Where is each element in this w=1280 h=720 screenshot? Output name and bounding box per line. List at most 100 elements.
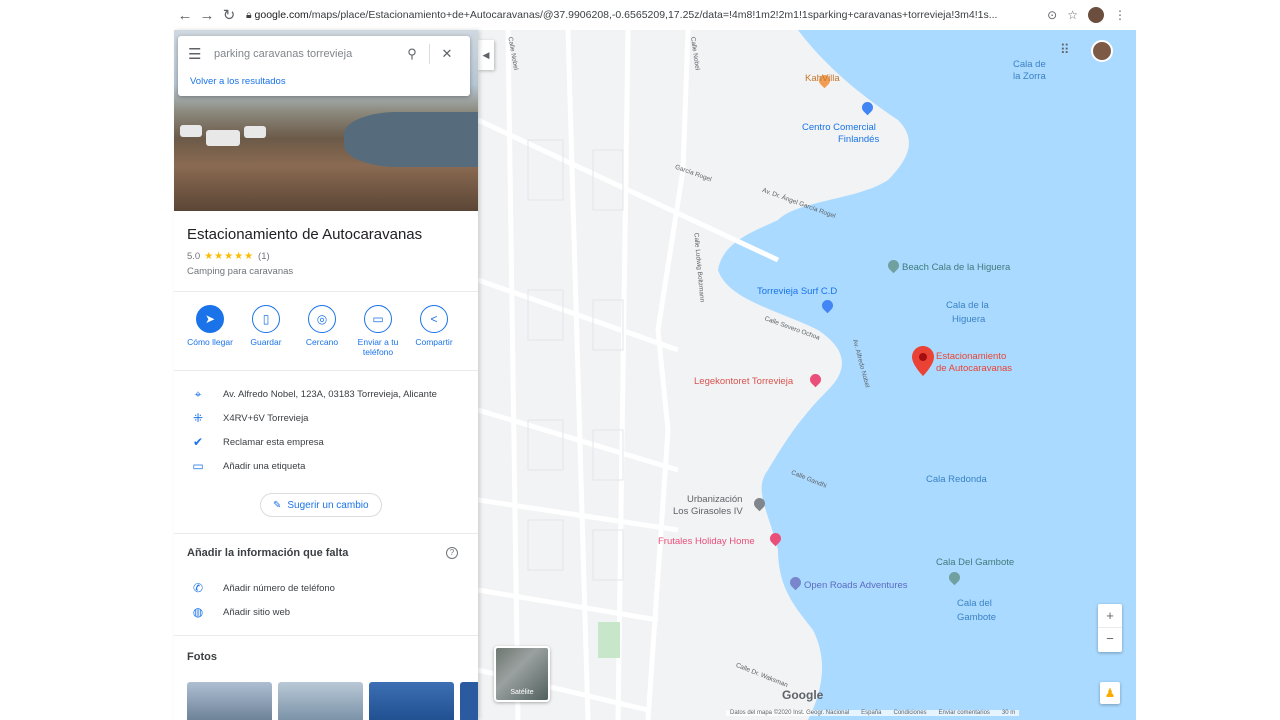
location-icon[interactable]: ⊙: [1047, 8, 1057, 22]
water-label-higuera: Cala de la: [946, 300, 989, 311]
place-title: Estacionamiento de Autocaravanas: [187, 226, 423, 243]
road: [645, 30, 691, 720]
send-to-phone-icon: ▭: [364, 305, 392, 333]
road: [478, 497, 679, 533]
add-label-row[interactable]: ▭ Añadir una etiqueta: [187, 459, 305, 473]
poi-open-roads[interactable]: Open Roads Adventures: [804, 580, 908, 591]
collapse-panel-button[interactable]: ◀: [478, 40, 494, 70]
browser-toolbar: ← → ↻ 🔒︎ google.com/maps/place/Estaciona…: [174, 0, 1136, 30]
review-count[interactable]: (1): [258, 251, 270, 262]
marker-label[interactable]: Estacionamiento: [936, 351, 1006, 362]
place-category[interactable]: Camping para caravanas: [187, 266, 293, 277]
divider: [174, 635, 478, 636]
pluscode-row[interactable]: ⁜ X4RV+6V Torrevieja: [187, 411, 309, 425]
poi-legekontoret[interactable]: Legekontoret Torrevieja: [694, 376, 793, 387]
action-label: Guardar: [250, 337, 282, 347]
rating-value: 5.0: [187, 251, 201, 262]
pluscode-text: X4RV+6V Torrevieja: [223, 412, 309, 424]
feedback-link[interactable]: Enviar comentarios: [939, 710, 990, 716]
selected-place-marker-icon[interactable]: [912, 346, 934, 376]
photo-thumbnails: [187, 682, 478, 720]
map-canvas[interactable]: KahVilla Centro Comercial Finlandés Cala…: [478, 30, 1136, 720]
nearby-icon: ◎: [308, 305, 336, 333]
poi-urbanizacion[interactable]: Urbanización: [687, 494, 742, 505]
suggest-edit-button[interactable]: ✎ Sugerir un cambio: [260, 493, 382, 517]
forward-arrow-icon[interactable]: →: [196, 7, 218, 24]
save-button[interactable]: ▯ Guardar: [238, 305, 294, 357]
satellite-toggle[interactable]: Satélite: [494, 646, 550, 702]
back-to-results-link[interactable]: Volver a los resultados: [178, 76, 470, 87]
add-website-text: Añadir sitio web: [223, 606, 291, 618]
apps-grid-icon[interactable]: ⠿: [1060, 42, 1070, 58]
photo-thumbnail[interactable]: [278, 682, 363, 720]
menu-icon[interactable]: ☰: [188, 45, 214, 63]
edit-icon: ✎: [273, 499, 282, 511]
url-path: /maps/place/Estacionamiento+de+Autocarav…: [308, 8, 998, 21]
pegman-icon[interactable]: ♟: [1100, 682, 1120, 704]
directions-button[interactable]: ➤ Cómo llegar: [182, 305, 238, 357]
water-label-higuera-2: Higuera: [952, 314, 986, 325]
divider: [174, 533, 478, 534]
terms-link[interactable]: Condiciones: [894, 710, 927, 716]
poi-frutales[interactable]: Frutales Holiday Home: [658, 536, 755, 547]
nearby-button[interactable]: ◎ Cercano: [294, 305, 350, 357]
action-label: Compartir: [415, 337, 453, 347]
marker-label-2[interactable]: de Autocaravanas: [936, 363, 1012, 374]
divider: [174, 291, 478, 292]
photo-caravan: [180, 125, 202, 137]
globe-icon: ◍: [192, 605, 204, 619]
photo-thumbnail[interactable]: [187, 682, 272, 720]
photo-thumbnail[interactable]: [369, 682, 454, 720]
send-to-phone-button[interactable]: ▭ Enviar a tu teléfono: [350, 305, 406, 357]
google-logo: Google: [782, 688, 824, 702]
photo-caravan: [244, 126, 266, 138]
account-avatar[interactable]: [1091, 40, 1113, 62]
map-base: [478, 30, 1136, 720]
map-data-credit: Datos del mapa ©2020 Inst. Geogr. Nacion…: [730, 710, 850, 716]
rating-stars-icon: ★★★★★: [204, 251, 255, 262]
verified-shield-icon: ✔: [192, 435, 204, 449]
add-phone-text: Añadir número de teléfono: [223, 582, 335, 594]
suggest-edit-label: Sugerir un cambio: [287, 499, 369, 511]
photos-title: Fotos: [187, 651, 217, 663]
search-input[interactable]: parking caravanas torrevieja: [214, 48, 399, 60]
photo-thumbnail[interactable]: [460, 682, 478, 720]
photo-water: [344, 112, 478, 167]
url-domain: google.com: [254, 8, 309, 21]
claim-text: Reclamar esta empresa: [223, 436, 324, 448]
zoom-in-button[interactable]: +: [1098, 604, 1122, 628]
directions-icon: ➤: [196, 305, 224, 333]
poi-urbanizacion-2[interactable]: Los Girasoles IV: [673, 506, 743, 517]
zoom-control: + −: [1098, 604, 1122, 652]
poi-beach[interactable]: Beach Cala de la Higuera: [902, 262, 1010, 273]
park-area: [598, 622, 620, 658]
divider: [429, 44, 430, 64]
bookmark-star-icon[interactable]: ☆: [1067, 8, 1078, 22]
lock-icon: 🔒︎: [246, 8, 255, 21]
browser-menu-icon[interactable]: ⋮: [1114, 8, 1126, 22]
poi-cala-gambote[interactable]: Cala Del Gambote: [936, 557, 1014, 568]
missing-info-title: Añadir la información que falta: [187, 547, 349, 559]
add-website-row[interactable]: ◍ Añadir sitio web: [187, 605, 290, 619]
zoom-out-button[interactable]: −: [1098, 628, 1122, 652]
country-link[interactable]: España: [861, 710, 881, 716]
water-label-zorra-2: la Zorra: [1013, 71, 1046, 82]
back-arrow-icon[interactable]: ←: [174, 7, 196, 24]
share-button[interactable]: < Compartir: [406, 305, 462, 357]
address-bar[interactable]: 🔒︎ google.com/maps/place/Estacionamiento…: [246, 9, 1047, 22]
scale-label: 30 m: [1001, 710, 1016, 716]
reload-icon[interactable]: ↻: [218, 6, 240, 24]
roads: [478, 30, 780, 720]
poi-centro-comercial-2[interactable]: Finlandés: [838, 134, 879, 145]
place-rating: 5.0 ★★★★★ (1): [187, 251, 270, 262]
poi-surf[interactable]: Torrevieja Surf C.D: [757, 286, 837, 297]
poi-centro-comercial[interactable]: Centro Comercial: [802, 122, 876, 133]
add-phone-row[interactable]: ✆ Añadir número de teléfono: [187, 581, 335, 595]
address-row[interactable]: ⌖ Av. Alfredo Nobel, 123A, 03183 Torrevi…: [187, 387, 437, 402]
claim-business-row[interactable]: ✔ Reclamar esta empresa: [187, 435, 324, 449]
profile-avatar[interactable]: [1088, 7, 1104, 23]
search-icon[interactable]: ⚲: [399, 46, 425, 62]
close-icon[interactable]: ✕: [434, 46, 460, 62]
help-icon[interactable]: ?: [446, 547, 458, 559]
poi-kahvilla[interactable]: KahVilla: [805, 73, 840, 84]
